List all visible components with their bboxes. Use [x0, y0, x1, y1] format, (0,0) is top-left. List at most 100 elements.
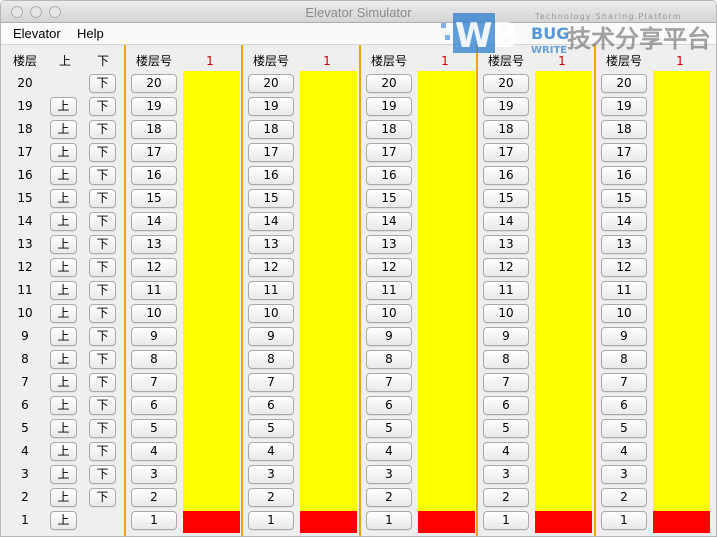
elevator-floor-button[interactable]: 12 — [601, 258, 647, 277]
elevator-floor-button[interactable]: 6 — [131, 396, 177, 415]
elevator-floor-button[interactable]: 12 — [366, 258, 412, 277]
elevator-floor-button[interactable]: 7 — [601, 373, 647, 392]
elevator-floor-button[interactable]: 19 — [483, 97, 529, 116]
elevator-floor-button[interactable]: 2 — [483, 488, 529, 507]
elevator-floor-button[interactable]: 17 — [483, 143, 529, 162]
elevator-floor-button[interactable]: 4 — [601, 442, 647, 461]
elevator-floor-button[interactable]: 16 — [483, 166, 529, 185]
call-down-button[interactable]: 下 — [89, 304, 116, 323]
elevator-floor-button[interactable]: 18 — [366, 120, 412, 139]
elevator-floor-button[interactable]: 20 — [366, 74, 412, 93]
call-down-button[interactable]: 下 — [89, 235, 116, 254]
elevator-floor-button[interactable]: 8 — [366, 350, 412, 369]
call-up-button[interactable]: 上 — [50, 166, 77, 185]
elevator-floor-button[interactable]: 14 — [483, 212, 529, 231]
elevator-floor-button[interactable]: 2 — [601, 488, 647, 507]
elevator-floor-button[interactable]: 19 — [248, 97, 294, 116]
menu-elevator[interactable]: Elevator — [13, 26, 61, 41]
call-down-button[interactable]: 下 — [89, 212, 116, 231]
call-up-button[interactable]: 上 — [50, 189, 77, 208]
elevator-floor-button[interactable]: 1 — [366, 511, 412, 530]
elevator-floor-button[interactable]: 18 — [131, 120, 177, 139]
elevator-floor-button[interactable]: 15 — [248, 189, 294, 208]
elevator-floor-button[interactable]: 10 — [366, 304, 412, 323]
elevator-floor-button[interactable]: 14 — [601, 212, 647, 231]
elevator-floor-button[interactable]: 6 — [366, 396, 412, 415]
elevator-floor-button[interactable]: 16 — [248, 166, 294, 185]
elevator-floor-button[interactable]: 11 — [366, 281, 412, 300]
elevator-floor-button[interactable]: 4 — [483, 442, 529, 461]
elevator-floor-button[interactable]: 10 — [601, 304, 647, 323]
elevator-floor-button[interactable]: 17 — [248, 143, 294, 162]
elevator-floor-button[interactable]: 4 — [248, 442, 294, 461]
elevator-floor-button[interactable]: 15 — [131, 189, 177, 208]
call-up-button[interactable]: 上 — [50, 281, 77, 300]
elevator-floor-button[interactable]: 16 — [601, 166, 647, 185]
elevator-floor-button[interactable]: 3 — [248, 465, 294, 484]
elevator-floor-button[interactable]: 5 — [483, 419, 529, 438]
call-up-button[interactable]: 上 — [50, 143, 77, 162]
elevator-floor-button[interactable]: 19 — [131, 97, 177, 116]
elevator-floor-button[interactable]: 12 — [483, 258, 529, 277]
call-down-button[interactable]: 下 — [89, 97, 116, 116]
elevator-floor-button[interactable]: 10 — [483, 304, 529, 323]
elevator-floor-button[interactable]: 19 — [601, 97, 647, 116]
call-down-button[interactable]: 下 — [89, 327, 116, 346]
elevator-floor-button[interactable]: 8 — [483, 350, 529, 369]
call-down-button[interactable]: 下 — [89, 488, 116, 507]
elevator-floor-button[interactable]: 15 — [483, 189, 529, 208]
elevator-floor-button[interactable]: 2 — [366, 488, 412, 507]
elevator-floor-button[interactable]: 2 — [131, 488, 177, 507]
elevator-floor-button[interactable]: 17 — [131, 143, 177, 162]
call-up-button[interactable]: 上 — [50, 511, 77, 530]
elevator-floor-button[interactable]: 1 — [131, 511, 177, 530]
call-down-button[interactable]: 下 — [89, 74, 116, 93]
elevator-floor-button[interactable]: 10 — [248, 304, 294, 323]
elevator-floor-button[interactable]: 13 — [131, 235, 177, 254]
elevator-floor-button[interactable]: 16 — [131, 166, 177, 185]
menu-help[interactable]: Help — [77, 26, 104, 41]
call-up-button[interactable]: 上 — [50, 488, 77, 507]
elevator-floor-button[interactable]: 4 — [366, 442, 412, 461]
elevator-floor-button[interactable]: 12 — [248, 258, 294, 277]
call-down-button[interactable]: 下 — [89, 396, 116, 415]
elevator-floor-button[interactable]: 9 — [601, 327, 647, 346]
call-up-button[interactable]: 上 — [50, 419, 77, 438]
elevator-floor-button[interactable]: 19 — [366, 97, 412, 116]
elevator-floor-button[interactable]: 8 — [131, 350, 177, 369]
elevator-floor-button[interactable]: 8 — [248, 350, 294, 369]
elevator-floor-button[interactable]: 1 — [483, 511, 529, 530]
elevator-floor-button[interactable]: 7 — [131, 373, 177, 392]
elevator-floor-button[interactable]: 1 — [248, 511, 294, 530]
call-down-button[interactable]: 下 — [89, 419, 116, 438]
elevator-floor-button[interactable]: 18 — [601, 120, 647, 139]
call-down-button[interactable]: 下 — [89, 258, 116, 277]
elevator-floor-button[interactable]: 20 — [483, 74, 529, 93]
call-down-button[interactable]: 下 — [89, 373, 116, 392]
call-up-button[interactable]: 上 — [50, 304, 77, 323]
call-up-button[interactable]: 上 — [50, 327, 77, 346]
elevator-floor-button[interactable]: 9 — [483, 327, 529, 346]
elevator-floor-button[interactable]: 17 — [601, 143, 647, 162]
call-up-button[interactable]: 上 — [50, 235, 77, 254]
elevator-floor-button[interactable]: 3 — [601, 465, 647, 484]
call-up-button[interactable]: 上 — [50, 97, 77, 116]
elevator-floor-button[interactable]: 3 — [366, 465, 412, 484]
call-up-button[interactable]: 上 — [50, 350, 77, 369]
elevator-floor-button[interactable]: 5 — [366, 419, 412, 438]
elevator-floor-button[interactable]: 10 — [131, 304, 177, 323]
elevator-floor-button[interactable]: 16 — [366, 166, 412, 185]
elevator-floor-button[interactable]: 18 — [248, 120, 294, 139]
elevator-floor-button[interactable]: 1 — [601, 511, 647, 530]
elevator-floor-button[interactable]: 20 — [248, 74, 294, 93]
elevator-floor-button[interactable]: 20 — [131, 74, 177, 93]
call-up-button[interactable]: 上 — [50, 373, 77, 392]
elevator-floor-button[interactable]: 14 — [248, 212, 294, 231]
call-up-button[interactable]: 上 — [50, 212, 77, 231]
elevator-floor-button[interactable]: 13 — [366, 235, 412, 254]
call-down-button[interactable]: 下 — [89, 281, 116, 300]
elevator-floor-button[interactable]: 14 — [366, 212, 412, 231]
elevator-floor-button[interactable]: 13 — [601, 235, 647, 254]
call-down-button[interactable]: 下 — [89, 189, 116, 208]
elevator-floor-button[interactable]: 9 — [248, 327, 294, 346]
